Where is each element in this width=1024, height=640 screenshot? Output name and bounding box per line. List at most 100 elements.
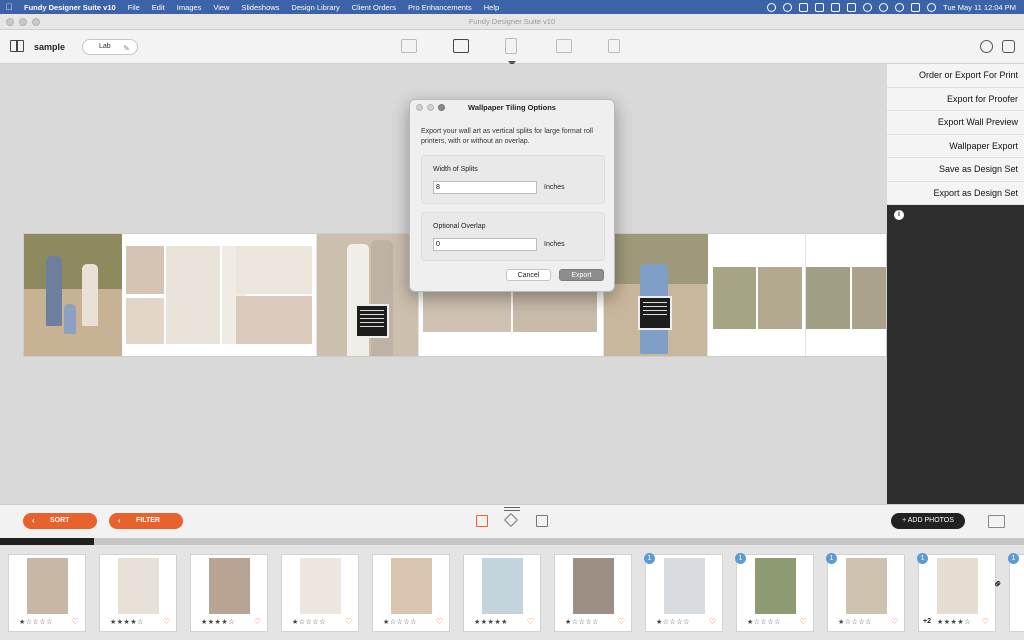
screen-icon[interactable] (831, 2, 841, 12)
photo-thumbnail[interactable]: ★☆☆☆☆ ♡ (281, 554, 359, 632)
dropbox-icon[interactable] (799, 2, 809, 12)
photo-thumbnail[interactable]: ★☆☆☆☆ ♡ (554, 554, 632, 632)
photo-thumbnail[interactable]: 1 (1008, 553, 1024, 632)
favorite-heart-icon[interactable]: ♡ (345, 617, 352, 626)
menu-edit[interactable]: Edit (146, 3, 171, 12)
sort-button[interactable]: ‹ SORT (23, 513, 97, 529)
star-rating[interactable]: ★☆☆☆☆ (383, 618, 417, 626)
control-center-icon[interactable] (911, 2, 921, 12)
external-link-icon[interactable] (1002, 40, 1015, 53)
menu-slideshows[interactable]: Slideshows (235, 3, 285, 12)
star-rating[interactable]: ★☆☆☆☆ (656, 618, 690, 626)
collage-photo-outdoor-2[interactable] (806, 234, 886, 356)
card-icon[interactable] (556, 39, 572, 53)
star-rating[interactable]: ★★★★☆ (937, 618, 971, 626)
user-icon[interactable] (879, 2, 889, 12)
lab-selector[interactable]: Lab ✎ (82, 39, 138, 55)
photo-thumbnail[interactable]: 1 ★☆☆☆☆ ♡ (644, 553, 723, 632)
menu-images[interactable]: Images (171, 3, 208, 12)
order-export-print-item[interactable]: Order or Export For Print (887, 64, 1024, 88)
wifi-icon[interactable] (863, 2, 873, 12)
wall-art-icon[interactable] (505, 38, 517, 54)
album-book-icon[interactable] (10, 40, 24, 52)
camera-icon[interactable] (815, 2, 825, 12)
star-rating[interactable]: ★☆☆☆☆ (19, 618, 53, 626)
people-grid-icon[interactable] (536, 515, 548, 527)
star-rating[interactable]: ★☆☆☆☆ (838, 618, 872, 626)
menu-file[interactable]: File (122, 3, 146, 12)
photo-thumbnail[interactable]: ★☆☆☆☆ ♡ (372, 554, 450, 632)
import-icon[interactable] (401, 39, 417, 53)
star-rating[interactable]: ★★★★☆ (110, 618, 144, 626)
dialog-zoom-button[interactable] (438, 104, 445, 111)
images-view-icon[interactable] (476, 515, 488, 527)
star-rating[interactable]: ★☆☆☆☆ (292, 618, 326, 626)
export-photos-icon[interactable] (988, 515, 1005, 528)
photo-thumbnail[interactable]: 1 ★☆☆☆☆ ♡ (735, 553, 814, 632)
optional-overlap-input[interactable] (433, 238, 537, 251)
filmstrip-scroll-bar[interactable] (0, 538, 1024, 545)
menu-clock[interactable]: Tue May 11 12:04 PM (943, 3, 1016, 12)
close-button[interactable] (6, 18, 14, 26)
favorite-heart-icon[interactable]: ♡ (72, 617, 79, 626)
layers-icon[interactable] (503, 512, 519, 528)
photo-thumbnail[interactable]: 1 +2 ★★★★☆ ♡ (917, 553, 996, 632)
menu-client-orders[interactable]: Client Orders (346, 3, 402, 12)
width-of-splits-input[interactable] (433, 181, 537, 194)
collage-photo-couple[interactable] (317, 234, 419, 356)
dialog-close-button[interactable] (416, 104, 423, 111)
favorite-heart-icon[interactable]: ♡ (254, 617, 261, 626)
creative-cloud-icon[interactable] (767, 2, 777, 12)
minimize-button[interactable] (19, 18, 27, 26)
star-rating[interactable]: ★☆☆☆☆ (565, 618, 599, 626)
star-rating[interactable]: ★★★★★ (474, 618, 508, 626)
photo-thumbnail[interactable]: ★★★★☆ ♡ (99, 554, 177, 632)
collage-photo-family[interactable] (24, 234, 122, 356)
export-proofer-item[interactable]: Export for Proofer (887, 88, 1024, 111)
menu-help[interactable]: Help (478, 3, 505, 12)
collage-photo-outdoor-1[interactable] (708, 234, 806, 356)
photo-thumbnail[interactable]: ★★★★★ ♡ (463, 554, 541, 632)
wallpaper-export-item[interactable]: Wallpaper Export (887, 135, 1024, 158)
favorite-heart-icon[interactable]: ♡ (982, 617, 989, 626)
album-icon[interactable] (453, 39, 469, 53)
star-rating[interactable]: ★★★★☆ (201, 618, 235, 626)
favorite-heart-icon[interactable]: ♡ (618, 617, 625, 626)
favorite-heart-icon[interactable]: ♡ (163, 617, 170, 626)
info-icon[interactable]: i (894, 210, 904, 220)
photo-filmstrip[interactable]: ★☆☆☆☆ ♡ ★★★★☆ ♡ ★★★★☆ ♡ ★☆☆☆☆ ♡ ★☆☆☆☆ ♡ ★★★★★ ♡ ★☆☆☆… (0, 545, 1024, 640)
favorite-heart-icon[interactable]: ♡ (800, 617, 807, 626)
battery-icon[interactable] (847, 2, 857, 12)
menu-app-name[interactable]: Fundy Designer Suite v10 (18, 3, 122, 12)
filter-button[interactable]: ‹ FILTER (109, 513, 183, 529)
cancel-button[interactable]: Cancel (506, 269, 551, 281)
dialog-minimize-button[interactable] (427, 104, 434, 111)
export-design-set-item[interactable]: Export as Design Set (887, 182, 1024, 205)
favorite-heart-icon[interactable]: ♡ (436, 617, 443, 626)
star-rating[interactable]: ★☆☆☆☆ (747, 618, 781, 626)
favorite-heart-icon[interactable]: ♡ (891, 617, 898, 626)
add-photos-button[interactable]: + ADD PHOTOS (891, 513, 965, 529)
photo-thumbnail[interactable]: 1 ★☆☆☆☆ ♡ (826, 553, 905, 632)
settings-icon[interactable] (783, 2, 793, 12)
export-button[interactable]: Export (559, 269, 604, 281)
photo-thumbnail[interactable]: ★★★★☆ ♡ (190, 554, 268, 632)
proofing-icon[interactable] (608, 39, 620, 53)
collage-photo-grid[interactable] (122, 234, 317, 356)
search-icon[interactable] (895, 2, 905, 12)
resize-grip-icon[interactable] (504, 507, 520, 511)
export-wall-preview-item[interactable]: Export Wall Preview (887, 111, 1024, 135)
gear-icon[interactable] (980, 40, 993, 53)
menu-design-library[interactable]: Design Library (285, 3, 345, 12)
collage-photo-toddler[interactable] (604, 234, 708, 356)
siri-icon[interactable] (927, 2, 937, 12)
filmstrip-scroll-thumb[interactable] (0, 538, 95, 545)
apple-icon[interactable]:  (0, 2, 18, 12)
zoom-button[interactable] (32, 18, 40, 26)
save-design-set-item[interactable]: Save as Design Set (887, 158, 1024, 182)
photo-thumbnail[interactable]: ★☆☆☆☆ ♡ (8, 554, 86, 632)
favorite-heart-icon[interactable]: ♡ (709, 617, 716, 626)
favorite-heart-icon[interactable]: ♡ (527, 617, 534, 626)
menu-pro-enhancements[interactable]: Pro Enhancements (402, 3, 478, 12)
menu-view[interactable]: View (207, 3, 235, 12)
